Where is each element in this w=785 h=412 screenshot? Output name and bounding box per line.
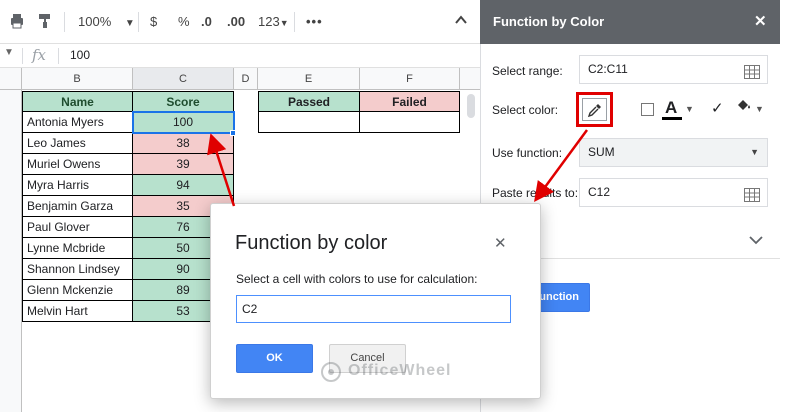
annotation-arrow-to-cell xyxy=(207,133,236,207)
annotation-arrows xyxy=(207,129,589,207)
annotation-arrow-from-picker xyxy=(534,129,589,203)
